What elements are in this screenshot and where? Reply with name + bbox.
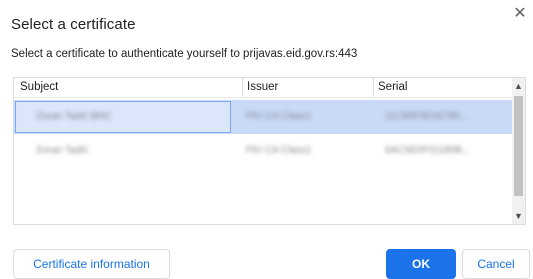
column-header-issuer[interactable]: Issuer xyxy=(242,78,372,97)
scrollbar-thumb[interactable] xyxy=(514,96,523,196)
table-row[interactable]: Zoran Tadić BNC PKI CA Class1 11C80F9D32… xyxy=(14,100,512,134)
column-header-serial[interactable]: Serial xyxy=(373,78,511,97)
dialog-subtitle: Select a certificate to authenticate you… xyxy=(11,48,358,60)
table-header: Subject Issuer Serial xyxy=(14,78,512,98)
cell-issuer: PKI CA Class1 xyxy=(246,145,312,156)
certificate-information-button[interactable]: Certificate information xyxy=(13,249,170,279)
cell-serial: 11C80F9D32780... xyxy=(385,111,469,122)
cell-issuer: PKI CA Class1 xyxy=(246,111,312,122)
vertical-scrollbar[interactable]: ▲ ▼ xyxy=(512,78,525,224)
cancel-button[interactable]: Cancel xyxy=(462,249,530,279)
column-header-subject[interactable]: Subject xyxy=(20,78,240,97)
ok-button[interactable]: OK xyxy=(386,249,456,279)
chevron-down-icon[interactable]: ▼ xyxy=(512,209,525,223)
close-icon[interactable]: ✕ xyxy=(512,6,528,22)
table-row[interactable]: Zoran Tadić PKI CA Class1 6AC5E0F01180B.… xyxy=(14,134,512,168)
cell-subject: Zoran Tadić xyxy=(36,145,89,156)
cell-serial: 6AC5E0F01180B... xyxy=(385,145,471,156)
dialog-title: Select a certificate xyxy=(11,16,136,33)
certificate-dialog: Select a certificate ✕ Select a certific… xyxy=(0,0,533,279)
chevron-up-icon[interactable]: ▲ xyxy=(512,79,525,93)
cell-subject: Zoran Tadić BNC xyxy=(36,111,112,122)
certificate-table: Subject Issuer Serial Zoran Tadić BNC PK… xyxy=(13,77,526,225)
